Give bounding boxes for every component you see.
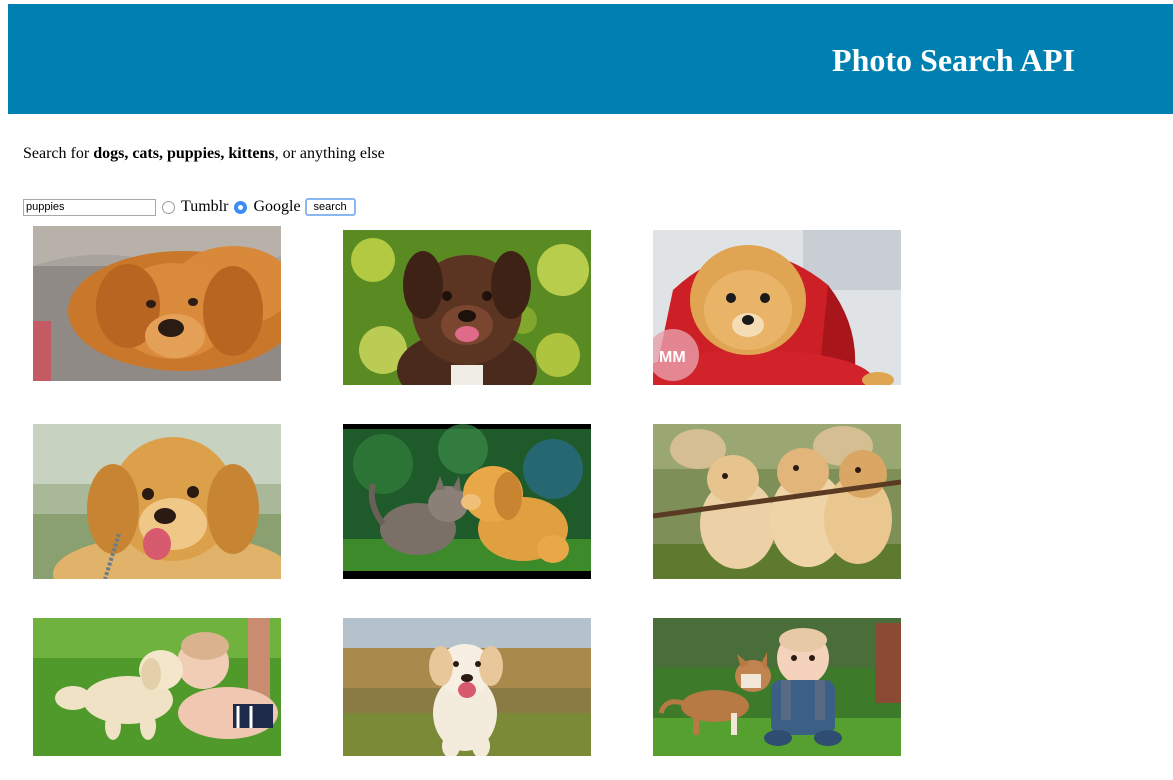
golden-retriever-puppy-smiling-photo [33, 424, 281, 579]
intro-keywords: dogs, cats, puppies, kittens [93, 145, 275, 162]
brown-puppy-bokeh-photo [343, 230, 591, 385]
result-image-2[interactable] [343, 230, 591, 385]
tumblr-radio-label[interactable]: Tumblr [181, 197, 228, 217]
intro-suffix: , or anything else [274, 145, 385, 162]
result-image-9[interactable] [653, 618, 901, 756]
kitten-and-puppy-photo [343, 424, 591, 579]
puppy-running-grass-photo [343, 618, 591, 756]
golden-puppy-lying-photo [33, 226, 281, 381]
app-header: Photo Search API [8, 4, 1173, 114]
result-image-6[interactable] [653, 424, 901, 579]
result-image-7[interactable] [33, 618, 281, 756]
search-input[interactable] [23, 198, 156, 216]
tumblr-radio[interactable] [162, 200, 175, 214]
result-image-5[interactable] [343, 424, 591, 579]
result-image-4[interactable] [33, 424, 281, 579]
svg-text:MM: MM [659, 349, 686, 366]
baby-with-puppy-photo [653, 618, 901, 756]
result-image-3[interactable]: MM [653, 230, 901, 385]
page-title: Photo Search API [832, 42, 1075, 78]
puppy-kissing-baby-photo [33, 618, 281, 756]
google-radio[interactable] [234, 200, 248, 214]
google-radio-label[interactable]: Google [253, 197, 300, 217]
pomeranian-red-hoodie-photo: MM [653, 230, 901, 385]
search-controls: Tumblr Google search [23, 197, 356, 217]
search-button[interactable]: search [304, 198, 356, 216]
result-image-8[interactable] [343, 618, 591, 756]
three-puppies-with-stick-photo [653, 424, 901, 579]
intro-text: Search for dogs, cats, puppies, kittens,… [23, 144, 385, 164]
result-image-1[interactable] [33, 226, 281, 381]
intro-prefix: Search for [23, 145, 94, 162]
